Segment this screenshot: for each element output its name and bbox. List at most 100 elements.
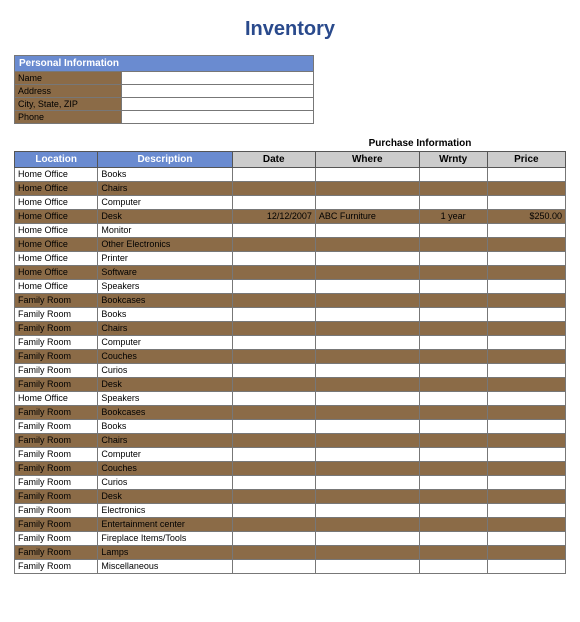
cell-location[interactable]: Home Office	[15, 392, 98, 406]
cell-location[interactable]: Family Room	[15, 504, 98, 518]
cell-date[interactable]	[232, 462, 315, 476]
cell-wrnty[interactable]	[419, 238, 487, 252]
cell-date[interactable]	[232, 280, 315, 294]
cell-description[interactable]: Books	[98, 168, 232, 182]
cell-location[interactable]: Family Room	[15, 322, 98, 336]
cell-wrnty[interactable]	[419, 532, 487, 546]
cell-where[interactable]	[315, 518, 419, 532]
cell-date[interactable]	[232, 434, 315, 448]
cell-where[interactable]	[315, 196, 419, 210]
cell-price[interactable]	[487, 518, 565, 532]
pi-input[interactable]	[122, 111, 314, 124]
cell-location[interactable]: Home Office	[15, 252, 98, 266]
cell-wrnty[interactable]	[419, 560, 487, 574]
cell-location[interactable]: Family Room	[15, 336, 98, 350]
cell-description[interactable]: Desk	[98, 378, 232, 392]
cell-price[interactable]	[487, 462, 565, 476]
cell-price[interactable]	[487, 350, 565, 364]
cell-date[interactable]	[232, 448, 315, 462]
cell-price[interactable]	[487, 504, 565, 518]
cell-wrnty[interactable]: 1 year	[419, 210, 487, 224]
cell-wrnty[interactable]	[419, 182, 487, 196]
cell-description[interactable]: Curios	[98, 364, 232, 378]
cell-date[interactable]	[232, 420, 315, 434]
cell-date[interactable]: 12/12/2007	[232, 210, 315, 224]
cell-price[interactable]	[487, 532, 565, 546]
cell-where[interactable]	[315, 504, 419, 518]
pi-input[interactable]	[122, 85, 314, 98]
cell-location[interactable]: Family Room	[15, 420, 98, 434]
cell-where[interactable]	[315, 378, 419, 392]
cell-price[interactable]	[487, 322, 565, 336]
cell-location[interactable]: Family Room	[15, 308, 98, 322]
cell-description[interactable]: Chairs	[98, 434, 232, 448]
cell-date[interactable]	[232, 322, 315, 336]
cell-date[interactable]	[232, 266, 315, 280]
cell-date[interactable]	[232, 532, 315, 546]
cell-wrnty[interactable]	[419, 490, 487, 504]
cell-description[interactable]: Books	[98, 420, 232, 434]
cell-date[interactable]	[232, 406, 315, 420]
pi-input[interactable]	[122, 72, 314, 85]
cell-wrnty[interactable]	[419, 364, 487, 378]
cell-location[interactable]: Home Office	[15, 196, 98, 210]
cell-where[interactable]	[315, 462, 419, 476]
cell-location[interactable]: Family Room	[15, 532, 98, 546]
cell-where[interactable]	[315, 406, 419, 420]
cell-wrnty[interactable]	[419, 476, 487, 490]
cell-wrnty[interactable]	[419, 392, 487, 406]
cell-location[interactable]: Family Room	[15, 560, 98, 574]
cell-location[interactable]: Home Office	[15, 210, 98, 224]
cell-wrnty[interactable]	[419, 280, 487, 294]
cell-where[interactable]	[315, 308, 419, 322]
cell-where[interactable]	[315, 336, 419, 350]
cell-wrnty[interactable]	[419, 308, 487, 322]
cell-price[interactable]	[487, 196, 565, 210]
cell-location[interactable]: Home Office	[15, 168, 98, 182]
cell-price[interactable]	[487, 448, 565, 462]
cell-location[interactable]: Home Office	[15, 280, 98, 294]
cell-description[interactable]: Speakers	[98, 392, 232, 406]
cell-location[interactable]: Family Room	[15, 350, 98, 364]
cell-date[interactable]	[232, 238, 315, 252]
cell-where[interactable]	[315, 350, 419, 364]
cell-where[interactable]	[315, 322, 419, 336]
cell-price[interactable]	[487, 182, 565, 196]
cell-price[interactable]	[487, 476, 565, 490]
cell-where[interactable]: ABC Furniture	[315, 210, 419, 224]
cell-price[interactable]	[487, 168, 565, 182]
cell-wrnty[interactable]	[419, 518, 487, 532]
cell-date[interactable]	[232, 490, 315, 504]
cell-wrnty[interactable]	[419, 462, 487, 476]
cell-date[interactable]	[232, 196, 315, 210]
cell-description[interactable]: Monitor	[98, 224, 232, 238]
cell-wrnty[interactable]	[419, 266, 487, 280]
cell-price[interactable]	[487, 280, 565, 294]
cell-price[interactable]	[487, 224, 565, 238]
cell-price[interactable]	[487, 238, 565, 252]
cell-wrnty[interactable]	[419, 406, 487, 420]
cell-price[interactable]	[487, 434, 565, 448]
cell-date[interactable]	[232, 560, 315, 574]
cell-date[interactable]	[232, 392, 315, 406]
cell-price[interactable]	[487, 364, 565, 378]
cell-price[interactable]	[487, 490, 565, 504]
cell-date[interactable]	[232, 252, 315, 266]
cell-where[interactable]	[315, 364, 419, 378]
cell-date[interactable]	[232, 364, 315, 378]
cell-where[interactable]	[315, 546, 419, 560]
cell-location[interactable]: Family Room	[15, 490, 98, 504]
cell-where[interactable]	[315, 420, 419, 434]
cell-price[interactable]: $250.00	[487, 210, 565, 224]
cell-where[interactable]	[315, 266, 419, 280]
cell-description[interactable]: Bookcases	[98, 294, 232, 308]
cell-where[interactable]	[315, 434, 419, 448]
cell-wrnty[interactable]	[419, 196, 487, 210]
cell-description[interactable]: Fireplace Items/Tools	[98, 532, 232, 546]
cell-description[interactable]: Computer	[98, 448, 232, 462]
cell-description[interactable]: Curios	[98, 476, 232, 490]
cell-wrnty[interactable]	[419, 434, 487, 448]
cell-description[interactable]: Computer	[98, 196, 232, 210]
cell-location[interactable]: Family Room	[15, 406, 98, 420]
cell-date[interactable]	[232, 476, 315, 490]
